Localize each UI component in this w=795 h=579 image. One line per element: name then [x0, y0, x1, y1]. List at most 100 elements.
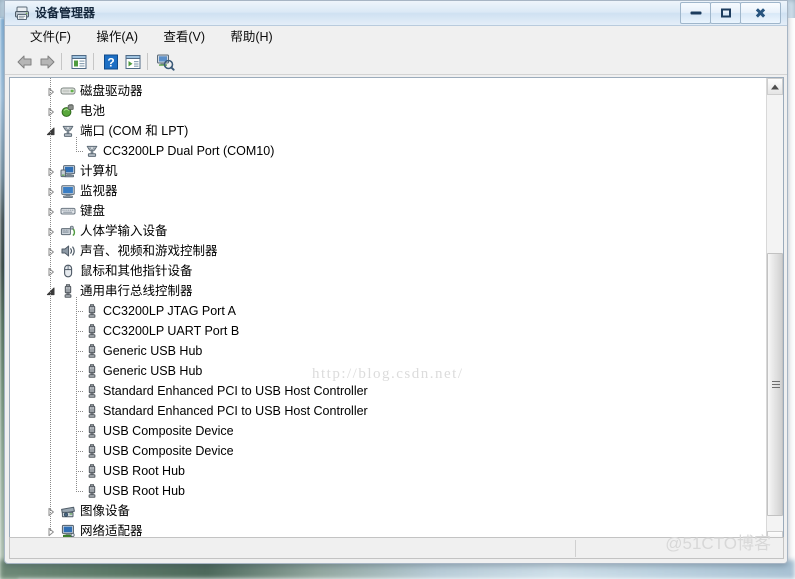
expander-collapsed-icon[interactable] [46, 106, 56, 117]
tree-row-label: 图像设备 [80, 504, 131, 518]
tree-row[interactable]: CC3200LP Dual Port (COM10) [10, 141, 767, 161]
minimize-button[interactable] [680, 2, 711, 24]
expander-collapsed-icon[interactable] [46, 186, 56, 197]
usb-icon [84, 343, 100, 359]
tree-row-label: 端口 (COM 和 LPT) [80, 124, 189, 138]
tree-row[interactable]: USB Root Hub [10, 461, 767, 481]
tree-row-label: Standard Enhanced PCI to USB Host Contro… [103, 384, 368, 398]
tree-child-line [76, 491, 84, 492]
tree-row-label: 通用串行总线控制器 [80, 284, 193, 298]
scrollbar-track-upper[interactable] [767, 95, 783, 253]
expander-collapsed-icon[interactable] [46, 166, 56, 177]
tree-row[interactable]: USB Composite Device [10, 421, 767, 441]
usb-icon [84, 303, 100, 319]
imaging-icon [60, 503, 76, 519]
menu-bar: 文件(F) 操作(A) 查看(V) 帮助(H) [5, 26, 787, 49]
tree-row[interactable]: 监视器 [10, 181, 767, 201]
maximize-button[interactable] [710, 2, 741, 24]
tree-row[interactable]: 电池 [10, 101, 767, 121]
tree-row[interactable]: 端口 (COM 和 LPT) [10, 121, 767, 141]
tree-row-label: USB Root Hub [103, 484, 185, 498]
usb-icon [84, 443, 100, 459]
tree-row[interactable]: CC3200LP JTAG Port A [10, 301, 767, 321]
expander-expanded-icon[interactable] [46, 126, 56, 136]
tree-row-label: Standard Enhanced PCI to USB Host Contro… [103, 404, 368, 418]
tree-row[interactable]: 声音、视频和游戏控制器 [10, 241, 767, 261]
scrollbar-grip [772, 380, 780, 389]
tree-child-line [76, 137, 77, 152]
tree-row-label: Generic USB Hub [103, 364, 203, 378]
forward-icon[interactable] [37, 52, 57, 72]
title-bar: 设备管理器 ✖ [5, 1, 787, 26]
tree-row[interactable]: USB Root Hub [10, 481, 767, 501]
disk-drive-icon [60, 83, 76, 99]
back-icon[interactable] [15, 52, 35, 72]
tree-row-label: CC3200LP Dual Port (COM10) [103, 144, 275, 158]
toolbar: ? [5, 49, 787, 75]
tree-row-label: 人体学输入设备 [80, 224, 168, 238]
expander-collapsed-icon[interactable] [46, 246, 56, 257]
tree-trunk-line [50, 78, 51, 531]
watermark-csdn: http://blog.csdn.net/ [312, 366, 464, 382]
svg-text:?: ? [107, 56, 114, 70]
device-manager-icon [14, 5, 30, 21]
tree-row-label: CC3200LP UART Port B [103, 324, 240, 338]
menu-help[interactable]: 帮助(H) [219, 26, 283, 49]
properties-icon[interactable] [69, 52, 89, 72]
tree-row-label: Generic USB Hub [103, 344, 203, 358]
menu-file[interactable]: 文件(F) [19, 26, 82, 49]
expander-collapsed-icon[interactable] [46, 226, 56, 237]
tree-child-line [76, 411, 84, 412]
menu-view[interactable]: 查看(V) [152, 26, 216, 49]
expander-collapsed-icon[interactable] [46, 266, 56, 277]
usb-icon [84, 423, 100, 439]
tree-child-line [76, 311, 84, 312]
scrollbar-thumb[interactable] [767, 253, 783, 516]
tree-row[interactable]: 图像设备 [10, 501, 767, 521]
tree-row-label: USB Composite Device [103, 444, 234, 458]
vertical-scrollbar[interactable] [766, 78, 783, 548]
close-button[interactable]: ✖ [740, 2, 781, 24]
tree-child-line [76, 471, 84, 472]
tree-row[interactable]: 人体学输入设备 [10, 221, 767, 241]
tree-child-line [76, 391, 84, 392]
menu-action[interactable]: 操作(A) [85, 26, 149, 49]
scroll-up-icon[interactable] [767, 78, 783, 95]
tree-row[interactable]: USB Composite Device [10, 441, 767, 461]
port-icon [84, 143, 100, 159]
tree-row[interactable]: 通用串行总线控制器 [10, 281, 767, 301]
expander-collapsed-icon[interactable] [46, 506, 56, 517]
tree-child-line [76, 151, 84, 152]
usb-icon [84, 363, 100, 379]
tree-row[interactable]: 键盘 [10, 201, 767, 221]
expander-collapsed-icon[interactable] [46, 526, 56, 537]
tree-row[interactable]: Standard Enhanced PCI to USB Host Contro… [10, 381, 767, 401]
hid-icon [60, 223, 76, 239]
scroll-up-arrow [771, 84, 779, 89]
tree-child-line [76, 371, 84, 372]
tree-row[interactable]: Generic USB Hub [10, 341, 767, 361]
help-icon[interactable]: ? [101, 52, 121, 72]
tree-child-line [76, 297, 77, 492]
expander-collapsed-icon[interactable] [46, 206, 56, 217]
device-manager-window: 设备管理器 ✖ 文件(F) 操作(A) 查看(V) 帮助(H) ? 磁盘驱动器 … [4, 0, 788, 564]
tree-row-label: 声音、视频和游戏控制器 [80, 244, 218, 258]
close-icon: ✖ [754, 5, 767, 21]
watermark-51cto: @51CTO博客 [665, 534, 771, 553]
tree-row[interactable]: 磁盘驱动器 [10, 81, 767, 101]
usb-icon [84, 323, 100, 339]
update-driver-icon[interactable] [123, 52, 143, 72]
keyboard-icon [60, 203, 76, 219]
tree-row[interactable]: 计算机 [10, 161, 767, 181]
scan-hardware-icon[interactable] [155, 52, 175, 72]
tree-row[interactable]: CC3200LP UART Port B [10, 321, 767, 341]
device-tree[interactable]: 磁盘驱动器 电池端口 (COM 和 LPT) CC3200LP Dual Port … [10, 78, 767, 548]
tree-child-line [76, 331, 84, 332]
tree-row[interactable]: 鼠标和其他指针设备 [10, 261, 767, 281]
tree-row-label: USB Composite Device [103, 424, 234, 438]
expander-expanded-icon[interactable] [46, 286, 56, 296]
tree-row[interactable]: Standard Enhanced PCI to USB Host Contro… [10, 401, 767, 421]
monitor-icon [60, 183, 76, 199]
expander-collapsed-icon[interactable] [46, 86, 56, 97]
tree-row-label: 监视器 [80, 184, 118, 198]
